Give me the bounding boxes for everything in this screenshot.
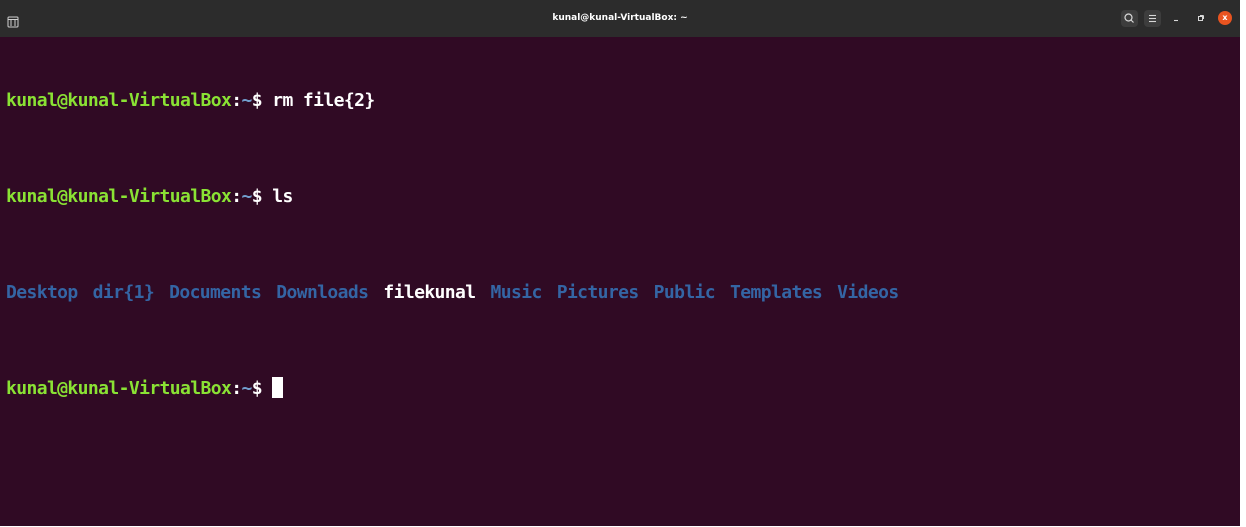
title-bar[interactable]: kunal@kunal-VirtualBox: ~ x: [0, 0, 1240, 37]
terminal-window: kunal@kunal-VirtualBox: ~ x kunal@kunal-…: [0, 0, 1246, 527]
minimize-icon[interactable]: [1168, 10, 1185, 27]
ls-entry-dir: dir{1}: [92, 282, 155, 303]
hamburger-menu-icon[interactable]: [1144, 10, 1161, 27]
ls-entry-dir: Music: [490, 282, 543, 303]
ls-output-line: Desktop dir{1} Documents Downloads filekunal…: [6, 281, 1234, 305]
terminal-output[interactable]: kunal@kunal-VirtualBox:~$ rm file{2} kun…: [6, 41, 1234, 449]
prompt-colon: :: [231, 186, 242, 207]
command-text: rm file{2}: [272, 90, 375, 111]
prompt-user-host: kunal@kunal-VirtualBox: [6, 186, 232, 207]
command-line: kunal@kunal-VirtualBox:~$ ls: [6, 185, 1234, 209]
maximize-icon[interactable]: [1192, 10, 1209, 27]
close-icon[interactable]: x: [1218, 11, 1232, 25]
ls-entry-dir: Desktop: [6, 282, 78, 303]
prompt-user-host: kunal@kunal-VirtualBox: [6, 378, 232, 399]
ls-entry-dir: Public: [653, 282, 716, 303]
command-text: ls: [272, 186, 293, 207]
ls-entry-file: filekunal: [383, 282, 476, 303]
prompt-colon: :: [231, 378, 242, 399]
text-cursor: [272, 377, 284, 398]
ls-entry-dir: Templates: [730, 282, 823, 303]
ls-entry-dir: Pictures: [556, 282, 640, 303]
command-line: kunal@kunal-VirtualBox:~$: [6, 377, 1234, 401]
prompt-path: ~: [241, 186, 252, 207]
window-title: kunal@kunal-VirtualBox: ~: [552, 13, 688, 23]
ls-entry-dir: Documents: [169, 282, 262, 303]
prompt-symbol: $: [251, 90, 273, 111]
prompt-symbol: $: [251, 186, 273, 207]
prompt-path: ~: [241, 378, 252, 399]
ls-entry-dir: Downloads: [276, 282, 369, 303]
command-line: kunal@kunal-VirtualBox:~$ rm file{2}: [6, 89, 1234, 113]
prompt-colon: :: [231, 90, 242, 111]
prompt-path: ~: [241, 90, 252, 111]
search-icon[interactable]: [1121, 10, 1138, 27]
prompt-symbol: $: [251, 378, 273, 399]
prompt-user-host: kunal@kunal-VirtualBox: [6, 90, 232, 111]
ls-entry-dir: Videos: [837, 282, 899, 303]
